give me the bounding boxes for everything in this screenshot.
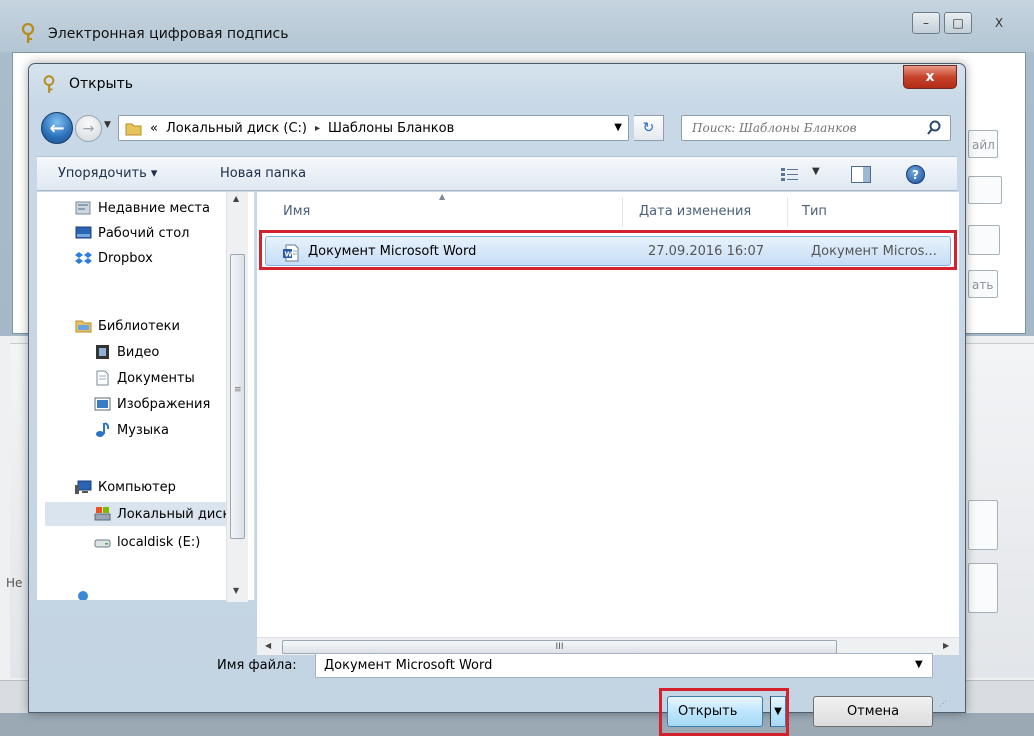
parent-spinner[interactable] <box>968 500 998 550</box>
maximize-button[interactable]: □ <box>944 12 972 34</box>
filename-dropdown-icon[interactable]: ▼ <box>915 659 923 670</box>
pictures-icon <box>94 397 111 411</box>
nav-item-label: Dropbox <box>98 250 153 266</box>
local-disk-icon <box>94 507 111 521</box>
organize-button[interactable]: Упорядочить ▾ <box>58 166 157 181</box>
arrow-left-icon: ← <box>49 117 65 139</box>
search-input[interactable] <box>692 121 922 135</box>
network-icon <box>78 591 88 600</box>
nav-item-documents[interactable]: Документы <box>94 366 195 390</box>
views-dropdown-icon[interactable]: ▼ <box>812 166 820 177</box>
file-list: ▲ Имя Дата изменения Тип W Документ Micr… <box>257 192 959 637</box>
nav-item-libraries[interactable]: Библиотеки <box>75 314 180 338</box>
highlight-annotation <box>259 230 957 270</box>
documents-icon <box>96 370 109 386</box>
navigation-pane: Недавние места Рабочий стол Dropbox Библ… <box>37 192 255 600</box>
column-divider[interactable] <box>622 197 623 227</box>
nav-item-label: Музыка <box>117 422 169 438</box>
filename-label: Имя файла: <box>217 658 297 673</box>
recent-places-icon <box>75 201 91 215</box>
address-dropdown-icon[interactable]: ▼ <box>614 122 622 133</box>
key-icon <box>20 22 36 49</box>
parent-input[interactable] <box>968 225 1000 255</box>
video-icon <box>96 345 109 359</box>
dialog-footer: Имя файла: ▼ Открыть ▼ Отмена <box>37 602 957 736</box>
nav-item-localdisk-e[interactable]: localdisk (E:) <box>94 530 200 554</box>
nav-item-label: Рабочий стол <box>98 225 190 241</box>
column-header-date[interactable]: Дата изменения <box>639 204 751 219</box>
nav-item-pictures[interactable]: Изображения <box>94 392 210 416</box>
libraries-icon <box>75 320 92 333</box>
parent-window-title: Электронная цифровая подпись <box>48 26 289 42</box>
nav-item-label: Документы <box>117 370 195 386</box>
recent-pages-dropdown[interactable]: ▼ <box>104 120 111 130</box>
nav-item-computer[interactable]: Компьютер <box>75 475 176 499</box>
refresh-button[interactable]: ↻ <box>634 115 664 141</box>
scrollbar-thumb[interactable]: ≡ <box>230 254 245 539</box>
cancel-button[interactable]: Отмена <box>813 696 933 727</box>
refresh-icon: ↻ <box>642 120 655 136</box>
search-icon[interactable] <box>926 120 942 136</box>
computer-icon <box>75 480 92 494</box>
scroll-up-icon[interactable]: ▲ <box>233 194 239 203</box>
nav-item-label: Библиотеки <box>98 318 180 334</box>
desktop-icon <box>75 226 92 239</box>
scroll-down-icon[interactable]: ▼ <box>233 586 239 595</box>
open-button[interactable]: Открыть <box>667 696 763 727</box>
address-bar[interactable]: « Локальный диск (C:) ▸ Шаблоны Бланков … <box>118 115 629 141</box>
dropbox-icon <box>75 252 92 264</box>
open-options-dropdown-icon[interactable]: ▼ <box>770 696 786 727</box>
parent-dropdown[interactable] <box>968 176 1002 204</box>
parent-fragment-text: ать <box>972 278 994 292</box>
breadcrumb-templates[interactable]: Шаблоны Бланков <box>328 121 454 136</box>
parent-close-button[interactable]: X <box>976 12 1022 34</box>
column-header-name[interactable]: Имя <box>283 204 310 219</box>
nav-item-label: Недавние места <box>98 200 210 216</box>
nav-item-network[interactable] <box>75 580 98 600</box>
forward-button[interactable]: → <box>75 115 102 142</box>
nav-item-local-disk[interactable]: Локальный диск <box>45 502 235 526</box>
back-button[interactable]: ← <box>41 112 73 144</box>
parent-spinner[interactable] <box>968 563 998 613</box>
parent-fragment-text: Не <box>6 576 23 590</box>
breadcrumb-local-disk[interactable]: Локальный диск (C:) <box>166 121 307 136</box>
dialog-title: Открыть <box>69 76 133 92</box>
resize-grip-icon[interactable]: ⋰ <box>939 699 947 708</box>
views-icon[interactable] <box>781 167 799 182</box>
column-divider[interactable] <box>787 197 788 227</box>
column-header-type[interactable]: Тип <box>802 204 827 219</box>
scroll-grip-icon: ≡ <box>234 385 242 395</box>
search-box[interactable] <box>681 115 951 141</box>
drive-icon <box>94 539 111 548</box>
sort-ascending-icon: ▲ <box>439 192 446 201</box>
minimize-button[interactable]: – <box>912 12 940 34</box>
nav-item-label: Компьютер <box>98 479 176 495</box>
help-icon[interactable]: ? <box>906 165 925 184</box>
dialog-close-button[interactable]: x <box>903 65 957 89</box>
nav-item-label: Изображения <box>117 396 211 412</box>
nav-item-music[interactable]: Музыка <box>94 418 169 442</box>
command-toolbar: Упорядочить ▾ Новая папка ▼ ? <box>37 156 957 191</box>
arrow-right-icon: → <box>82 120 95 137</box>
nav-item-dropbox[interactable]: Dropbox <box>75 246 153 270</box>
nav-item-label: localdisk (E:) <box>117 534 201 550</box>
music-icon <box>96 422 110 437</box>
new-folder-button[interactable]: Новая папка <box>220 166 306 181</box>
folder-icon <box>125 123 142 135</box>
nav-item-label: Видео <box>117 344 160 360</box>
parent-fragment-text: айл <box>972 138 995 152</box>
breadcrumb-separator[interactable]: ▸ <box>315 123 320 134</box>
nav-item-label: Локальный диск <box>117 506 231 522</box>
nav-item-desktop[interactable]: Рабочий стол <box>75 221 189 245</box>
navigation-scrollbar[interactable]: ▲ ≡ ▼ <box>226 192 248 602</box>
nav-item-video[interactable]: Видео <box>94 340 159 364</box>
breadcrumb-overflow[interactable]: « <box>150 121 158 136</box>
preview-pane-icon[interactable] <box>851 166 871 183</box>
navigation-row: ← → ▼ « Локальный диск (C:) ▸ Шаблоны Бл… <box>37 108 957 148</box>
open-dialog: Открыть x ← → ▼ « Локальный диск (C:) ▸ … <box>28 63 966 736</box>
nav-item-recent-places[interactable]: Недавние места <box>75 196 210 220</box>
filename-input[interactable] <box>315 653 933 678</box>
key-icon <box>42 75 56 99</box>
